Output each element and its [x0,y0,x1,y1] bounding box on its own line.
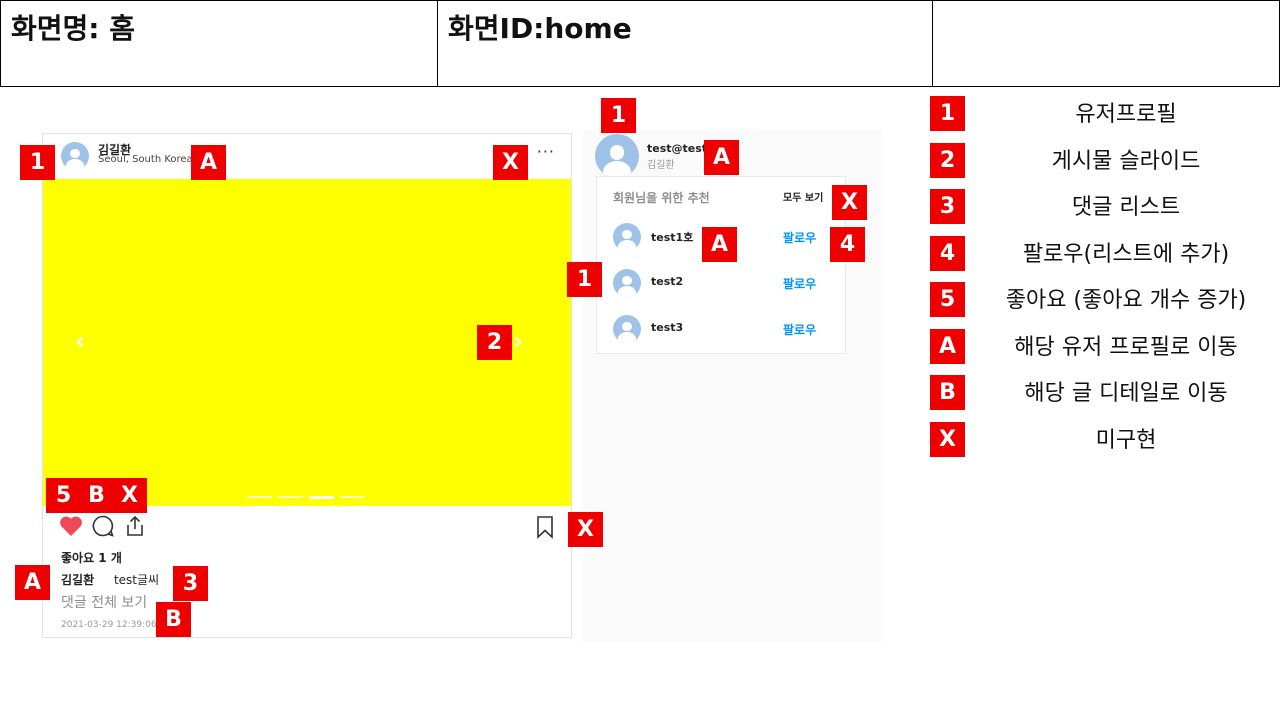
slide-next-icon[interactable]: › [513,327,523,355]
follow-button[interactable]: 팔로우 [783,275,816,292]
recommendation-item: test3 팔로우 [613,315,833,347]
comment-icon[interactable] [91,514,115,538]
comment-text: test글씨 [113,573,160,587]
post-timestamp: 2021-03-29 12:39:06.0 [61,620,166,630]
legend-text: 팔로우(리스트에 추가) [1022,242,1230,267]
post-avatar[interactable] [61,142,89,170]
bookmark-icon[interactable] [535,515,555,539]
recommendation-item: test2 팔로우 [613,269,833,301]
legend-badge: 5 [930,282,965,317]
follow-button[interactable]: 팔로우 [783,321,816,338]
annotation-badge: 1 [20,145,55,180]
rec-avatar[interactable] [613,269,641,297]
heart-icon[interactable] [59,515,83,537]
legend-badge: 2 [930,143,965,178]
rec-username[interactable]: test2 [651,275,683,288]
legend-item: 5 좋아요 (좋아요 개수 증가) [930,282,1270,317]
likes-count: 좋아요 1 개 [61,551,122,565]
legend-badge: 1 [930,96,965,131]
annotation-badge: 1 [567,262,602,297]
share-icon[interactable] [123,514,147,538]
more-options-icon[interactable]: ··· [537,142,555,161]
legend-item: 4 팔로우(리스트에 추가) [930,236,1270,271]
legend-item: 1 유저프로필 [930,96,1270,131]
see-all-link[interactable]: 모두 보기 [783,189,823,204]
spec-slide: 화면명: 홈 화면ID:home 김길환 Seoul, South Korea … [0,0,1280,720]
rec-username[interactable]: test1호 [651,229,693,245]
screen-name-cell: 화면명: 홈 [1,1,438,86]
legend-text: 게시물 슬라이드 [1051,149,1201,174]
annotation-badge: A [704,140,739,175]
legend-text: 좋아요 (좋아요 개수 증가) [1005,288,1247,313]
post-location: Seoul, South Korea [98,154,193,165]
view-all-comments-link[interactable]: 댓글 전체 보기 [61,592,147,612]
legend-item: A 해당 유저 프로필로 이동 [930,329,1270,364]
my-user-id[interactable]: test@test [647,142,707,155]
legend-badge: B [930,375,965,410]
comment-username[interactable]: 김길환 [61,573,94,587]
annotation-badge: 2 [477,325,512,360]
spec-header-table: 화면명: 홈 화면ID:home [0,0,1280,87]
slide-dot-active [309,496,334,499]
slide-dot [247,496,272,498]
annotation-badge: B [79,478,114,513]
my-avatar[interactable] [595,134,639,178]
comment-row: 김길환 test글씨 [61,571,159,588]
rec-username[interactable]: test3 [651,321,683,334]
slide-dot [340,496,365,498]
annotation-badge: 1 [601,98,636,133]
legend-text: 해당 유저 프로필로 이동 [1014,335,1238,360]
legend-item: 3 댓글 리스트 [930,189,1270,224]
legend-badge: 3 [930,189,965,224]
follow-button[interactable]: 팔로우 [783,229,816,246]
annotation-badge: A [191,145,226,180]
recommendation-box: 회원님을 위한 추천 모두 보기 test1호 팔로우 test2 팔로우 te… [596,176,846,354]
annotation-badge: 3 [173,566,208,601]
legend-badge: A [930,329,965,364]
slide-indicator [247,496,365,499]
annotation-badge: 4 [830,227,865,262]
annotation-badge: A [702,227,737,262]
legend-text: 유저프로필 [1075,102,1177,127]
legend-badge: 4 [930,236,965,271]
post-card: 김길환 Seoul, South Korea ··· ‹ › 좋아요 1 개 김… [42,133,572,638]
annotation-badge: A [15,565,50,600]
annotation-badge: X [568,512,603,547]
annotation-badge: B [156,602,191,637]
recommendation-title: 회원님을 위한 추천 [613,191,710,205]
header-empty-cell [933,1,1279,86]
legend-text: 해당 글 디테일로 이동 [1024,381,1228,406]
annotation-badge: X [832,185,867,220]
rec-avatar[interactable] [613,223,641,251]
slide-dot [278,496,303,498]
annotation-badge: 5 [46,478,81,513]
legend-badge: X [930,422,965,457]
rec-avatar[interactable] [613,315,641,343]
annotation-badge: X [112,478,147,513]
legend-item: 2 게시물 슬라이드 [930,143,1270,178]
legend-item: B 해당 글 디테일로 이동 [930,375,1270,410]
legend-item: X 미구현 [930,422,1270,457]
legend-text: 미구현 [1095,428,1157,453]
legend-text: 댓글 리스트 [1071,195,1181,220]
screen-id-cell: 화면ID:home [438,1,933,86]
post-actions [59,514,147,538]
my-user-name: 김길환 [647,160,675,171]
annotation-badge: X [493,145,528,180]
slide-prev-icon[interactable]: ‹ [75,327,85,355]
